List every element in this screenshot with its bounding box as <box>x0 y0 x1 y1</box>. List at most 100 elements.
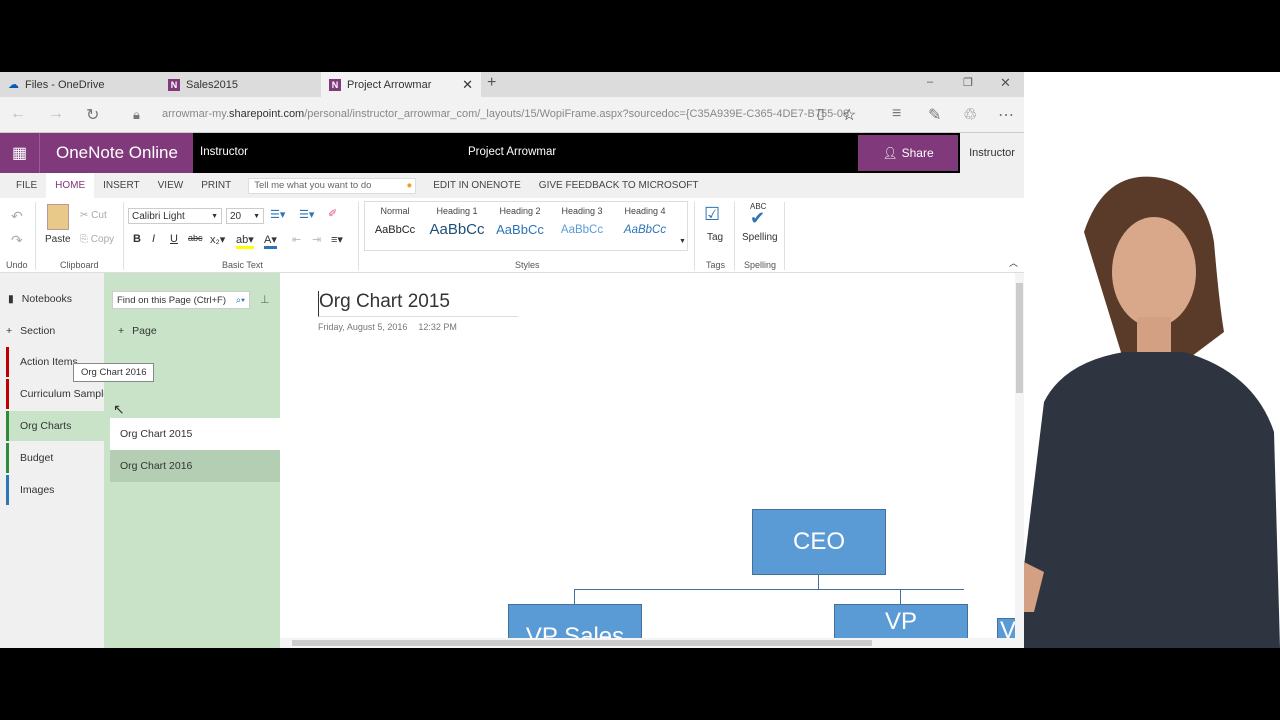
page-list: Find on this Page (Ctrl+F) ⌕▾ ⊥ + Page Org… <box>104 273 280 648</box>
tab-onedrive[interactable]: ☁ Files - OneDrive <box>0 72 158 97</box>
share-browser-icon[interactable]: ♲ <box>963 105 977 125</box>
group-label-styles: Styles <box>515 260 540 270</box>
ribbon: ↶ ↷ Undo Paste ✂ Cut ⎘ Copy Clipboard Ca… <box>0 198 1024 273</box>
strikethrough-icon[interactable]: abc <box>188 233 203 243</box>
share-person-icon: 👤︎ <box>882 146 898 160</box>
tab-view[interactable]: VIEW <box>149 173 193 198</box>
add-section-button[interactable]: + Section <box>6 325 55 337</box>
presenter-silhouette <box>1024 176 1280 648</box>
redo-icon[interactable]: ↷ <box>11 232 23 249</box>
onenote-icon: N <box>329 78 341 91</box>
page-org-chart-2015[interactable]: Org Chart 2015 <box>110 418 280 450</box>
tab-print[interactable]: PRINT <box>192 173 240 198</box>
account-name[interactable]: Instructor <box>960 133 1024 173</box>
spelling-check-icon[interactable]: ✔ <box>750 208 765 229</box>
forward-icon[interactable]: → <box>48 105 64 123</box>
style-heading-3[interactable]: Heading 3 AaBbCc <box>551 206 613 236</box>
tooltip: Org Chart 2016 <box>73 363 155 382</box>
group-label-clipboard: Clipboard <box>60 260 99 270</box>
copy-button[interactable]: ⎘ Copy <box>80 234 114 245</box>
paste-button[interactable]: Paste <box>45 234 71 245</box>
browser-window: ☁ Files - OneDrive N Sales2015 N Project Ar… <box>0 72 1024 648</box>
style-normal[interactable]: Normal AaBbCc <box>364 206 426 236</box>
pin-icon[interactable]: ⊥ <box>260 293 270 306</box>
lightbulb-icon: ● <box>406 180 413 191</box>
align-icon[interactable]: ≡▾ <box>331 233 343 246</box>
new-tab-icon[interactable]: + <box>487 74 496 92</box>
indent-icon[interactable]: ⇥ <box>312 233 321 246</box>
font-name-select[interactable]: Calibri Light ▼ <box>128 208 222 224</box>
outdent-icon[interactable]: ⇤ <box>292 233 301 246</box>
vertical-scrollbar[interactable] <box>1015 273 1024 648</box>
tab-insert[interactable]: INSERT <box>94 173 149 198</box>
lock-icon: 🔒︎ <box>133 107 140 122</box>
document-title: Project Arrowmar <box>468 146 557 158</box>
close-window-icon[interactable]: ✕ <box>1000 75 1011 91</box>
section-org-charts[interactable]: Org Charts <box>6 411 104 441</box>
reading-view-icon[interactable]: ▯ <box>817 105 825 122</box>
page-org-chart-2016[interactable]: Org Chart 2016 <box>110 450 280 482</box>
underline-icon[interactable]: U <box>170 233 178 245</box>
web-note-icon[interactable]: ✎ <box>928 105 941 125</box>
bullets-icon[interactable]: ☰▾ <box>270 208 285 221</box>
page-title[interactable]: Org Chart 2015 <box>318 291 518 317</box>
tab-sales2015[interactable]: N Sales2015 <box>160 72 320 97</box>
notebooks-button[interactable]: ▮ Notebooks <box>8 293 72 305</box>
style-heading-1[interactable]: Heading 1 AaBbCc <box>426 206 488 238</box>
style-heading-4[interactable]: Heading 4 AaBbCc <box>614 206 676 236</box>
bold-icon[interactable]: B <box>133 233 141 245</box>
restore-icon[interactable]: ❐ <box>963 76 973 89</box>
section-curriculum-samples[interactable]: Curriculum Samples <box>6 379 104 409</box>
subscript-icon[interactable]: x₂▾ <box>210 233 225 246</box>
org-box-ceo[interactable]: CEO <box>752 509 886 575</box>
tab-file[interactable]: FILE <box>0 173 46 198</box>
cut-button[interactable]: ✂ Cut <box>80 210 107 221</box>
org-box-vp[interactable]: VP <box>834 604 968 640</box>
app-launcher-icon[interactable]: ▦ <box>0 133 40 173</box>
share-button[interactable]: 👤︎ Share <box>858 135 958 171</box>
onenote-icon: N <box>168 78 180 91</box>
tag-icon[interactable]: ☑ <box>704 204 720 225</box>
tab-home[interactable]: HOME <box>46 173 95 198</box>
group-label-basic-text: Basic Text <box>222 260 263 270</box>
italic-icon[interactable]: I <box>152 233 155 245</box>
tell-me-input[interactable]: Tell me what you want to do ● <box>248 177 417 194</box>
font-color-icon[interactable]: A▾ <box>264 233 277 249</box>
give-feedback-link[interactable]: GIVE FEEDBACK TO MICROSOFT <box>530 173 708 198</box>
more-icon[interactable]: ⋯ <box>998 105 1014 125</box>
styles-more-icon[interactable]: ▼ <box>679 238 686 245</box>
group-label-tags: Tags <box>706 260 726 270</box>
numbering-icon[interactable]: ☰▾ <box>299 208 314 221</box>
section-images[interactable]: Images <box>6 475 104 505</box>
paste-icon[interactable] <box>47 204 69 230</box>
clear-formatting-icon[interactable]: ✐ <box>328 207 337 220</box>
onedrive-icon: ☁ <box>8 79 19 91</box>
close-tab-icon[interactable]: ✕ <box>462 77 473 93</box>
minimize-icon[interactable]: – <box>927 76 933 88</box>
refresh-icon[interactable]: ↻ <box>86 105 99 125</box>
group-label-spelling: Spelling <box>744 260 777 270</box>
find-on-page-input[interactable]: Find on this Page (Ctrl+F) ⌕▾ <box>112 291 250 309</box>
org-connector <box>574 589 964 590</box>
favorite-star-icon[interactable]: ☆ <box>842 105 856 125</box>
undo-icon[interactable]: ↶ <box>11 208 23 225</box>
spelling-button[interactable]: Spelling <box>742 232 778 243</box>
user-name: Instructor <box>200 146 248 158</box>
back-icon[interactable]: ← <box>10 105 26 123</box>
tag-button[interactable]: Tag <box>707 232 723 243</box>
tab-project-arrowmar[interactable]: N Project Arrowmar ✕ <box>321 72 481 97</box>
add-page-button[interactable]: + Page <box>118 325 157 337</box>
tab-strip: ☁ Files - OneDrive N Sales2015 N Project Ar… <box>0 72 1024 97</box>
app-name[interactable]: OneNote Online <box>40 133 193 173</box>
style-heading-2[interactable]: Heading 2 AaBbCc <box>489 206 551 237</box>
hub-icon[interactable]: ≡ <box>892 105 901 123</box>
edit-in-onenote-link[interactable]: EDIT IN ONENOTE <box>424 173 530 198</box>
url-field[interactable]: arrowmar-my.sharepoint.com/personal/inst… <box>162 108 849 120</box>
collapse-ribbon-icon[interactable]: ︿ <box>1009 256 1018 269</box>
section-list: ▮ Notebooks + Section Action Items Curricu… <box>0 273 104 648</box>
page-canvas[interactable]: Org Chart 2015 Friday, August 5, 2016 12:… <box>280 273 1024 648</box>
highlight-icon[interactable]: ab▾ <box>236 233 254 249</box>
horizontal-scrollbar[interactable] <box>280 638 1015 648</box>
font-size-select[interactable]: 20 ▼ <box>226 208 264 224</box>
section-budget[interactable]: Budget <box>6 443 104 473</box>
